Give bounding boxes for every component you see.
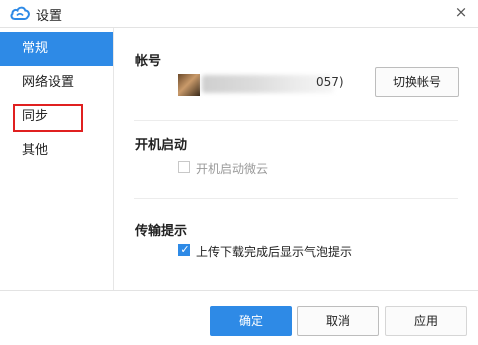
close-icon[interactable]: × (452, 3, 470, 21)
account-name-redacted (202, 75, 334, 93)
cloud-logo-icon (10, 6, 30, 20)
sidebar-item-label: 同步 (22, 109, 49, 124)
apply-button[interactable]: 应用 (385, 306, 467, 336)
section-divider (134, 198, 458, 199)
sidebar-item-other[interactable]: 其他 (0, 134, 113, 168)
sidebar-item-label: 常规 (22, 41, 49, 56)
ok-button[interactable]: 确定 (210, 306, 292, 336)
transfer-checkbox-row[interactable]: ✓ 上传下载完成后显示气泡提示 (178, 243, 378, 259)
sidebar-item-label: 其他 (22, 143, 49, 158)
sidebar-item-sync[interactable]: 同步 (0, 100, 113, 134)
sidebar-item-label: 网络设置 (22, 75, 75, 90)
transfer-checkbox[interactable]: ✓ (178, 243, 190, 256)
checkmark-icon: ✓ (180, 243, 190, 256)
startup-checkbox-label: 开机启动微云 (196, 162, 269, 176)
startup-checkbox[interactable] (178, 161, 190, 173)
dialog-footer: 确定 取消 应用 (0, 290, 478, 345)
startup-section-title: 开机启动 (135, 138, 188, 153)
account-section-title: 帐号 (135, 54, 162, 69)
section-divider (134, 120, 458, 121)
window-title: 设置 (36, 9, 63, 24)
startup-checkbox-row[interactable]: 开机启动微云 (178, 160, 338, 176)
switch-account-button[interactable]: 切换帐号 (375, 67, 459, 97)
sidebar-item-network[interactable]: 网络设置 (0, 66, 113, 100)
settings-window: 设置 × 常规 网络设置 同步 其他 帐号 057) 切换帐号 开机启动 开机启… (0, 0, 478, 345)
account-id-tail: 057) (316, 75, 344, 89)
sidebar-item-general[interactable]: 常规 (0, 32, 113, 66)
settings-content: 帐号 057) 切换帐号 开机启动 开机启动微云 传输提示 ✓ 上传下载完成后显… (114, 28, 478, 290)
settings-sidebar: 常规 网络设置 同步 其他 (0, 28, 114, 290)
cancel-button[interactable]: 取消 (297, 306, 379, 336)
transfer-section-title: 传输提示 (135, 224, 188, 239)
avatar (178, 74, 200, 96)
transfer-checkbox-label: 上传下载完成后显示气泡提示 (196, 245, 353, 259)
title-bar: 设置 × (0, 0, 478, 28)
